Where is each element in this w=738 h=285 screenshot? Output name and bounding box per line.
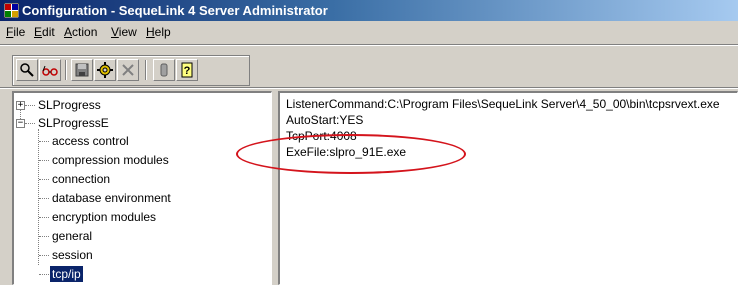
tree-connector [39,236,49,237]
tree-connector [39,179,49,180]
menu-help[interactable]: Help [146,25,171,39]
tree-connector [39,217,49,218]
tree-node-compression-modules[interactable]: compression modules [50,152,171,168]
toolbar-divider [0,87,738,89]
toolbar: ? [12,55,250,86]
save-icon [75,63,89,77]
tree-node-connection[interactable]: connection [50,171,112,187]
window-title: Configuration - SequeLink 4 Server Admin… [22,3,328,18]
help-button[interactable]: ? [176,59,198,81]
glasses-icon [42,65,58,76]
tree-connector [39,141,49,142]
detail-tcpport: TcpPort:4008 [286,129,357,143]
help-icon: ? [181,62,193,78]
gear-icon [97,62,113,78]
menu-action[interactable]: Action [64,25,97,39]
menu-bar: File Edit Action View Help [0,22,738,42]
delete-icon [122,64,134,76]
tree-node-general[interactable]: general [50,228,94,244]
toolbar-separator [145,60,147,80]
tree-node-slprogresse[interactable]: SLProgressE [36,115,111,131]
menu-divider [0,44,738,46]
tree-connector [25,105,35,106]
tree-connector [25,123,35,124]
detail-listener-command: ListenerCommand:C:\Program Files\SequeLi… [286,97,720,111]
tree-connector [39,274,49,275]
title-bar[interactable]: Configuration - SequeLink 4 Server Admin… [0,0,738,21]
menu-view[interactable]: View [111,25,137,39]
detail-autostart: AutoStart:YES [286,113,364,127]
svg-text:?: ? [184,65,191,77]
delete-button[interactable] [117,59,139,81]
toolbar-separator [65,60,67,80]
menu-file[interactable]: File [6,25,25,39]
stop-button[interactable] [153,59,175,81]
configure-button[interactable] [94,59,116,81]
tree-connector [39,160,49,161]
tree-connector [39,198,49,199]
search-button[interactable] [16,59,38,81]
tree-node-encryption-modules[interactable]: encryption modules [50,209,158,225]
detail-exefile: ExeFile:slpro_91E.exe [286,145,407,159]
save-button[interactable] [71,59,93,81]
collapse-toggle[interactable]: − [16,119,25,128]
tree-node-database-environment[interactable]: database environment [50,190,173,206]
menu-edit[interactable]: Edit [34,25,55,39]
tree-view[interactable]: + SLProgress − SLProgressE access contro… [12,91,272,285]
app-icon [4,3,19,18]
tree-node-tcp-ip[interactable]: tcp/ip [50,266,83,282]
view-button[interactable] [39,59,61,81]
tree-node-access-control[interactable]: access control [50,133,131,149]
tree-node-session[interactable]: session [50,247,95,263]
tree-connector [39,255,49,256]
stop-icon [160,63,168,77]
detail-view[interactable]: ListenerCommand:C:\Program Files\SequeLi… [278,91,738,285]
tree-connector [38,129,39,265]
app-window: Configuration - SequeLink 4 Server Admin… [0,0,738,285]
search-icon [20,63,34,77]
tree-node-slprogress[interactable]: SLProgress [36,97,103,113]
expand-toggle[interactable]: + [16,101,25,110]
